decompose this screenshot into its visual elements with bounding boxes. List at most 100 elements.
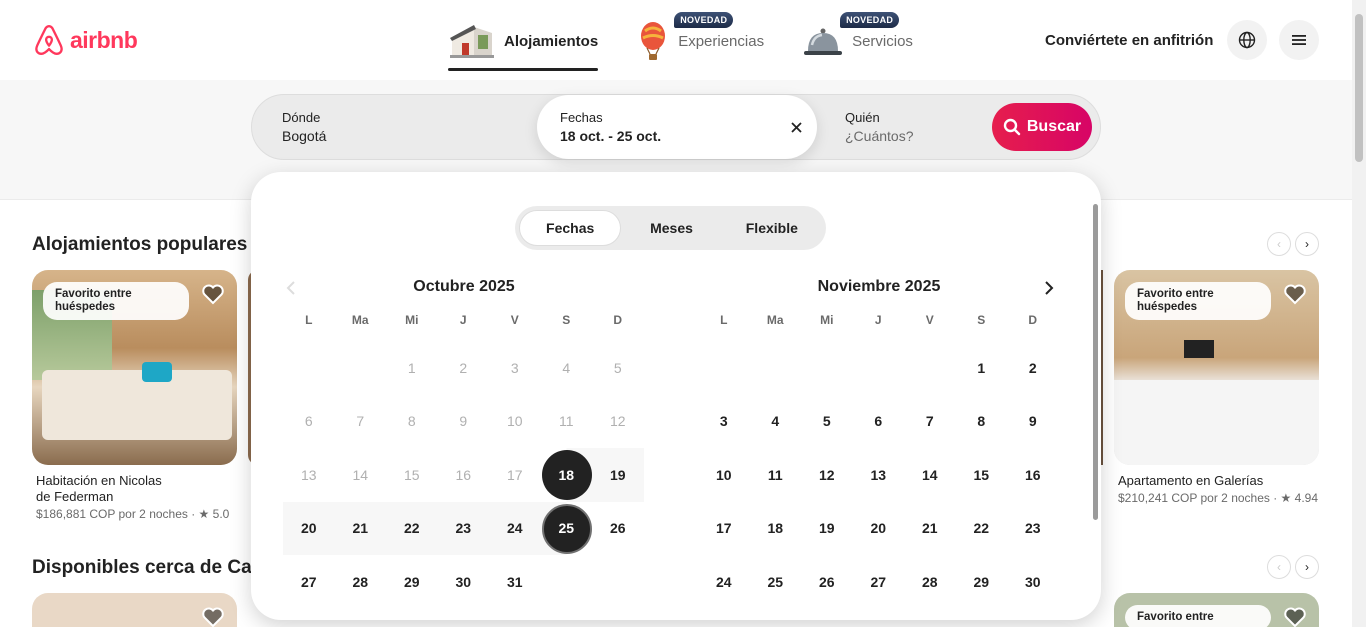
listing-card[interactable]: Favorito entre [1114, 593, 1319, 627]
day-24[interactable]: 24 [698, 555, 750, 609]
chevron-left-icon: ‹ [1277, 237, 1281, 251]
main-menu-button[interactable] [1279, 20, 1319, 60]
search-button[interactable]: Buscar [992, 103, 1092, 151]
empty-day-cell [335, 341, 387, 395]
day-1[interactable]: 1 [956, 341, 1008, 395]
day-23[interactable]: 23 [1007, 502, 1059, 556]
tab-experiencias[interactable]: Experiencias NOVEDAD [636, 12, 764, 70]
chevron-left-icon: ‹ [1277, 560, 1281, 574]
weekday-label: J [874, 313, 882, 327]
day-15[interactable]: 15 [956, 448, 1008, 502]
search-icon [1003, 118, 1021, 136]
day-18[interactable]: 18 [540, 448, 592, 502]
menu-icon [1292, 35, 1306, 45]
heart-icon[interactable] [1283, 605, 1307, 627]
day-7[interactable]: 7 [904, 395, 956, 449]
day-10[interactable]: 10 [698, 448, 750, 502]
day-3[interactable]: 3 [698, 395, 750, 449]
day-28[interactable]: 28 [904, 555, 956, 609]
day-14[interactable]: 14 [904, 448, 956, 502]
day-4: 4 [562, 359, 571, 376]
become-host-link[interactable]: Conviértete en anfitrión [1045, 32, 1213, 49]
tab-alojamientos[interactable]: Alojamientos [448, 14, 599, 71]
empty-day-cell [698, 341, 750, 395]
day-19[interactable]: 19 [592, 448, 644, 502]
day-24[interactable]: 24 [489, 501, 541, 555]
tab-flexible[interactable]: Flexible [722, 210, 822, 246]
day-27[interactable]: 27 [283, 555, 335, 609]
day-22[interactable]: 22 [386, 501, 438, 555]
dates-field[interactable]: Fechas 18 oct. - 25 oct. [537, 95, 817, 159]
day-25[interactable]: 25 [750, 555, 802, 609]
day-27[interactable]: 27 [853, 555, 905, 609]
day-21[interactable]: 21 [334, 501, 386, 555]
day-11[interactable]: 11 [750, 448, 802, 502]
day-17[interactable]: 17 [698, 502, 750, 556]
day-29[interactable]: 29 [386, 555, 438, 609]
day-4[interactable]: 4 [750, 395, 802, 449]
day-2[interactable]: 2 [1007, 341, 1059, 395]
day-9: 9 [459, 413, 468, 430]
day-26[interactable]: 26 [592, 502, 644, 556]
listing-title: Apartamento en Galerías [1114, 473, 1319, 489]
day-20[interactable]: 20 [283, 501, 335, 555]
day-20[interactable]: 20 [853, 502, 905, 556]
day-8[interactable]: 8 [956, 395, 1008, 449]
listing-photo[interactable]: Favorito entre huéspedes [1114, 270, 1319, 465]
day-13[interactable]: 13 [853, 448, 905, 502]
day-9[interactable]: 9 [1007, 395, 1059, 449]
where-value: Bogotá [282, 128, 327, 144]
day-16[interactable]: 16 [1007, 448, 1059, 502]
listing-photo[interactable]: Favorito entre huéspedes [32, 270, 237, 465]
tab-meses[interactable]: Meses [621, 210, 721, 246]
carousel-prev-button[interactable]: ‹ [1267, 555, 1291, 579]
weekday-label: L [720, 313, 728, 327]
day-13: 13 [300, 466, 317, 483]
day-grid: 1 2 3 4 5 6 7 8 9 10 11 12 13 14 15 16 17 18 19 20 21 22 23 24 2… [698, 341, 1060, 609]
day-6[interactable]: 6 [853, 395, 905, 449]
day-18[interactable]: 18 [750, 502, 802, 556]
guest-favorite-badge: Favorito entre huéspedes [43, 282, 189, 320]
day-23[interactable]: 23 [437, 501, 489, 555]
carousel-prev-button[interactable]: ‹ [1267, 232, 1291, 256]
month-title: Octubre 2025 [413, 278, 515, 295]
day-21[interactable]: 21 [904, 502, 956, 556]
where-field[interactable]: Dónde Bogotá [282, 95, 512, 159]
pillow [142, 362, 172, 382]
tab-servicios[interactable]: Servicios NOVEDAD [802, 12, 913, 70]
tab-fechas[interactable]: Fechas [519, 210, 622, 246]
listing-card[interactable]: Favorito entre huéspedes Habitación en N… [32, 270, 237, 521]
carousel-next-button[interactable]: › [1295, 555, 1319, 579]
day-30[interactable]: 30 [1007, 555, 1059, 609]
day-29[interactable]: 29 [956, 555, 1008, 609]
day-15: 15 [403, 466, 420, 483]
heart-icon[interactable] [201, 605, 225, 627]
day-22[interactable]: 22 [956, 502, 1008, 556]
day-16: 16 [455, 466, 472, 483]
day-26[interactable]: 26 [801, 555, 853, 609]
day-12[interactable]: 12 [801, 448, 853, 502]
day-1: 1 [407, 359, 416, 376]
listing-card[interactable] [32, 593, 237, 627]
service-bell-icon [804, 28, 843, 55]
day-28[interactable]: 28 [335, 555, 387, 609]
dates-value: 18 oct. - 25 oct. [560, 128, 662, 144]
heart-icon[interactable] [201, 282, 225, 306]
day-19[interactable]: 19 [801, 502, 853, 556]
language-button[interactable] [1227, 20, 1267, 60]
weekday-label: V [510, 313, 519, 327]
airbnb-logo[interactable]: airbnb [32, 23, 138, 57]
day-25[interactable]: 25 [540, 501, 592, 555]
weekday-label: D [1028, 313, 1038, 327]
day-5[interactable]: 5 [801, 395, 853, 449]
day-30[interactable]: 30 [438, 555, 490, 609]
day-31[interactable]: 31 [489, 555, 541, 609]
who-field[interactable]: Quién ¿Cuántos? [845, 95, 985, 159]
clear-dates-button[interactable] [787, 118, 805, 136]
page-scrollbar-thumb[interactable] [1355, 14, 1363, 162]
page-scrollbar[interactable] [1352, 0, 1366, 627]
panel-scrollbar[interactable] [1093, 204, 1098, 520]
heart-icon[interactable] [1283, 282, 1307, 306]
listing-card[interactable]: Favorito entre huéspedes Apartamento en … [1114, 270, 1319, 505]
carousel-next-button[interactable]: › [1295, 232, 1319, 256]
